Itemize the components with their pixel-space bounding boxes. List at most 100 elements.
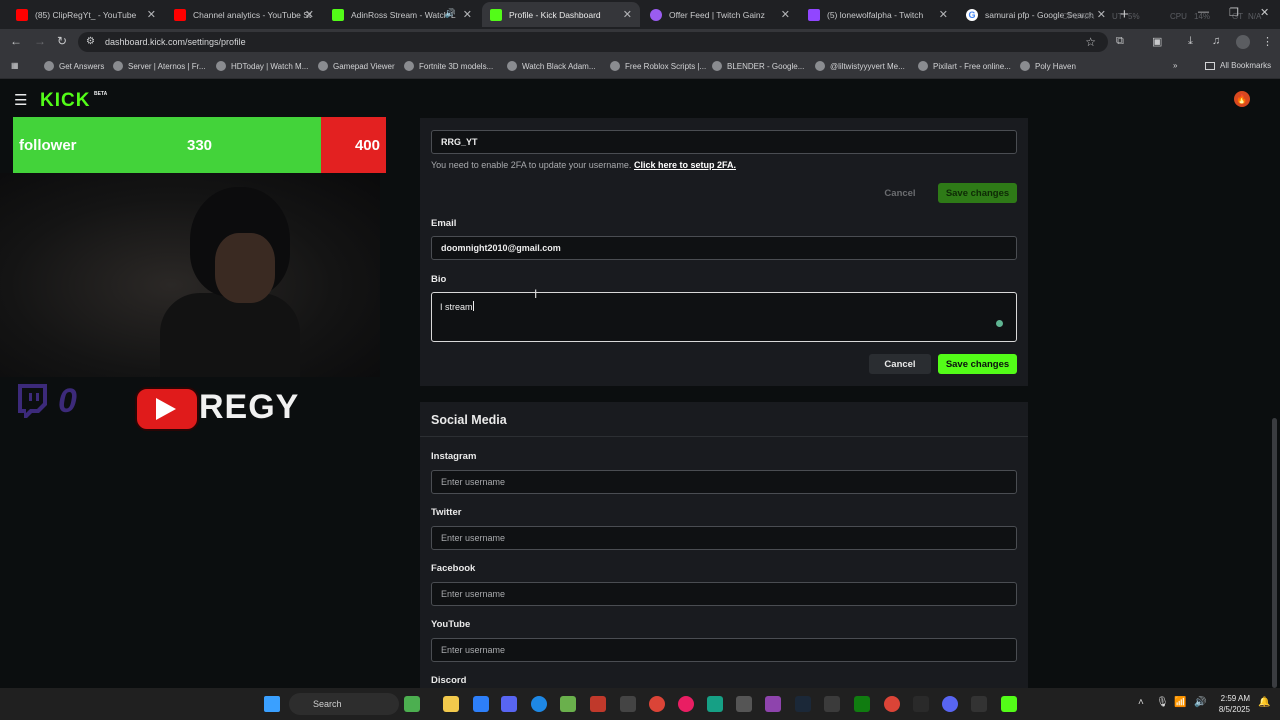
youtube-icon <box>16 8 28 21</box>
scrollbar-thumb[interactable] <box>1272 418 1277 688</box>
bookmark-item[interactable]: Server | Aternos | Fr... <box>113 61 206 71</box>
tab-youtube-analytics[interactable]: Channel analytics - YouTube St ✕ <box>166 2 322 27</box>
username-save-button[interactable]: Save changes <box>938 183 1017 203</box>
google-icon: G <box>966 8 978 21</box>
volume-icon[interactable]: 🔊 <box>1194 697 1206 708</box>
chrome-icon[interactable] <box>649 696 665 712</box>
bookmark-item[interactable]: Free Roblox Scripts |... <box>610 61 706 71</box>
app-icon[interactable] <box>590 696 606 712</box>
tab-twitch-lonewolf[interactable]: (5) lonewolfalpha - Twitch ✕ <box>800 2 956 27</box>
back-button[interactable]: ← <box>10 34 22 48</box>
bookmark-item[interactable]: HDToday | Watch M... <box>216 61 308 71</box>
goal-current-value: 330 <box>187 137 213 154</box>
hw-stat-label: CPU <box>1062 12 1079 21</box>
user-avatar[interactable]: 🔥 <box>1234 91 1250 107</box>
bio-textarea[interactable]: I stream <box>431 292 1017 342</box>
facebook-input[interactable]: Enter username <box>431 582 1017 606</box>
youtube-label: YouTube <box>431 619 471 630</box>
discord-icon[interactable] <box>942 696 958 712</box>
app-icon[interactable] <box>707 696 723 712</box>
bio-save-button[interactable]: Save changes <box>938 354 1017 374</box>
youtube-input[interactable]: Enter username <box>431 638 1017 662</box>
apps-icon[interactable]: ▦ <box>11 61 19 70</box>
speaker-icon[interactable]: 🔊 <box>445 8 456 19</box>
opera-icon[interactable] <box>678 696 694 712</box>
app-icon[interactable] <box>560 696 576 712</box>
bookmark-item[interactable]: Poly Haven <box>1020 61 1076 71</box>
close-icon[interactable]: ✕ <box>781 8 790 21</box>
minimize-button[interactable]: — <box>1198 6 1209 18</box>
bookmark-item[interactable]: @liltwistyyyvert Me... <box>815 61 905 71</box>
app-icon[interactable] <box>765 696 781 712</box>
grammar-check-icon[interactable] <box>996 320 1003 327</box>
epic-games-icon[interactable] <box>913 696 929 712</box>
browser-toolbar: ← → ↻ ⚙ dashboard.kick.com/settings/prof… <box>0 29 1280 55</box>
app-icon[interactable] <box>736 696 752 712</box>
profile-avatar-icon[interactable] <box>1236 35 1250 49</box>
close-icon[interactable]: ✕ <box>463 8 472 21</box>
bio-cancel-button[interactable]: Cancel <box>869 354 931 374</box>
windows-start-icon[interactable] <box>264 696 280 712</box>
app-icon[interactable] <box>824 696 840 712</box>
media-icon[interactable]: ♫ <box>1212 35 1220 47</box>
bookmark-item[interactable]: Fortnite 3D models... <box>404 61 493 71</box>
close-icon[interactable]: ✕ <box>147 8 156 21</box>
app-icon[interactable] <box>501 696 517 712</box>
username-cancel-button[interactable]: Cancel <box>876 183 924 203</box>
app-icon[interactable] <box>620 696 636 712</box>
site-info-icon[interactable]: ⚙ <box>86 36 95 47</box>
chrome-icon[interactable] <box>884 696 900 712</box>
address-bar[interactable]: ⚙ dashboard.kick.com/settings/profile ☆ <box>78 32 1108 52</box>
social-media-title: Social Media <box>431 413 507 427</box>
bookmark-label: @liltwistyyyvert Me... <box>830 61 905 71</box>
bookmark-item[interactable]: Watch Black Adam... <box>507 61 596 71</box>
steam-icon[interactable] <box>795 696 811 712</box>
bookmark-star-icon[interactable]: ☆ <box>1085 35 1096 49</box>
email-field[interactable]: doomnight2010@gmail.com <box>431 236 1017 260</box>
bookmark-label: BLENDER - Google... <box>727 61 805 71</box>
taskbar-search-box[interactable]: Search <box>289 693 399 715</box>
app-icon[interactable] <box>473 696 489 712</box>
xbox-icon[interactable] <box>854 696 870 712</box>
app-icon[interactable] <box>971 696 987 712</box>
close-icon[interactable]: ✕ <box>305 8 314 21</box>
tab-kick-profile[interactable]: Profile - Kick Dashboard ✕ <box>482 2 640 27</box>
setup-2fa-link[interactable]: Click here to setup 2FA. <box>634 160 736 170</box>
show-hidden-icons[interactable]: ˄ <box>1138 697 1144 708</box>
notification-icon[interactable]: 🔔 <box>1258 697 1270 708</box>
edge-icon[interactable] <box>531 696 547 712</box>
kick-logo[interactable]: KICK <box>40 90 90 112</box>
file-explorer-icon[interactable] <box>443 696 459 712</box>
more-menu-icon[interactable]: ⋮ <box>1262 35 1273 48</box>
restore-button[interactable]: ❐ <box>1229 6 1239 19</box>
bookmark-item[interactable]: BLENDER - Google... <box>712 61 804 71</box>
wifi-icon[interactable]: 📶 <box>1174 697 1186 708</box>
extensions-icon[interactable]: ⧉ <box>1116 35 1124 48</box>
download-icon[interactable]: ⤓ <box>1188 35 1193 48</box>
tab-twitch-gainz[interactable]: Offer Feed | Twitch Gainz ✕ <box>642 2 798 27</box>
bookmark-item[interactable]: Pixilart - Free online... <box>918 61 1011 71</box>
forward-button[interactable]: → <box>34 34 46 48</box>
username-input[interactable]: RRG_YT <box>431 130 1017 154</box>
taskbar-clock[interactable]: 2:59 AM 8/5/2025 <box>1214 693 1250 715</box>
bookmark-item[interactable]: Gamepad Viewer <box>318 61 395 71</box>
tab-title: (85) ClipRegYt_ - YouTube <box>35 9 137 20</box>
kick-icon[interactable] <box>1001 696 1017 712</box>
all-bookmarks-folder[interactable]: All Bookmarks <box>1205 61 1271 70</box>
bookmark-item[interactable]: Get Answers <box>44 61 104 71</box>
twitter-input[interactable]: Enter username <box>431 526 1017 550</box>
sidebar-icon[interactable]: ▣ <box>1152 35 1162 48</box>
tab-youtube-clipregyt[interactable]: (85) ClipRegYt_ - YouTube ✕ <box>8 2 164 27</box>
instagram-input[interactable]: Enter username <box>431 470 1017 494</box>
bookmarks-overflow-icon[interactable]: » <box>1173 61 1177 70</box>
close-window-button[interactable]: ✕ <box>1260 6 1269 19</box>
reload-button[interactable]: ↻ <box>57 34 67 48</box>
widgets-icon[interactable] <box>404 696 420 712</box>
discord-label: Discord <box>431 675 467 686</box>
close-icon[interactable]: ✕ <box>1097 8 1106 21</box>
microphone-icon[interactable]: 🎙 <box>1156 697 1169 708</box>
hamburger-menu-icon[interactable]: ☰ <box>14 91 27 109</box>
close-icon[interactable]: ✕ <box>623 8 632 21</box>
tab-adinross-stream[interactable]: AdinRoss Stream - Watch L 🔊 ✕ <box>324 2 480 27</box>
close-icon[interactable]: ✕ <box>939 8 948 21</box>
